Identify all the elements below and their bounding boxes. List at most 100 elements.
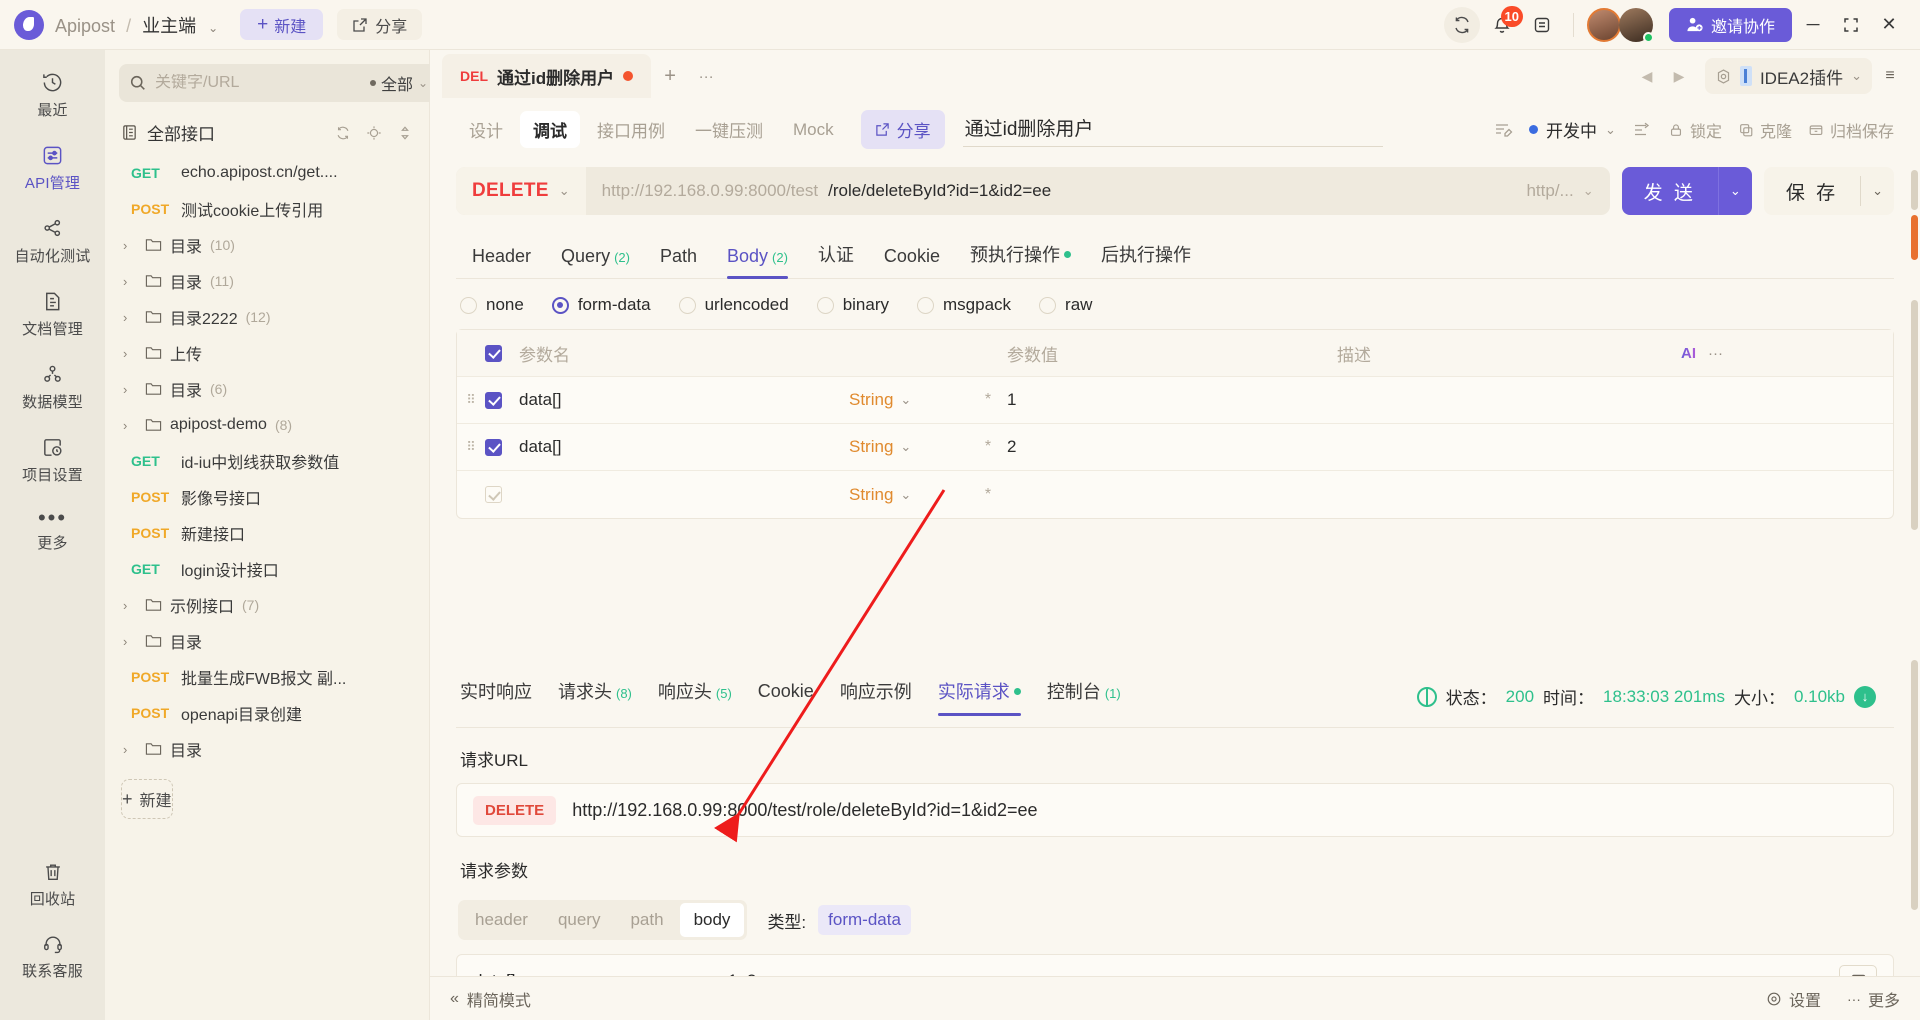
row-checkbox[interactable]	[485, 438, 519, 456]
chevron-right-icon[interactable]: ›	[123, 742, 137, 757]
list-item[interactable]: POST 新建接口	[105, 515, 429, 551]
list-item[interactable]: › 目录 (11)	[105, 263, 429, 299]
list-item[interactable]: › 目录	[105, 731, 429, 767]
send-button[interactable]: 发 送 ⌄	[1621, 167, 1752, 215]
avatar[interactable]	[1586, 7, 1621, 42]
flow-icon[interactable]	[1632, 120, 1652, 140]
chevron-right-icon[interactable]: ›	[123, 274, 137, 289]
tree-new-button[interactable]: + 新建	[121, 779, 173, 819]
panel-scrollbar[interactable]	[1911, 300, 1918, 530]
minimize-icon[interactable]: ─	[1796, 8, 1830, 42]
list-item[interactable]: GET login设计接口	[105, 551, 429, 587]
select-all-checkbox[interactable]	[485, 344, 519, 362]
filter-all-chip[interactable]: 全部 ⌄	[370, 71, 428, 95]
scrollbar-thumb[interactable]	[1911, 300, 1918, 530]
response-tab-cookie[interactable]: Cookie	[758, 681, 814, 713]
download-icon[interactable]: ↓	[1854, 685, 1876, 708]
chevron-right-icon[interactable]: ›	[123, 382, 137, 397]
list-item[interactable]: › apipost-demo (8)	[105, 407, 429, 443]
tab-more-button[interactable]: ···	[689, 59, 723, 93]
sidebar-item-recent[interactable]: 最近	[0, 62, 105, 127]
scrollbar-thumb[interactable]	[1911, 170, 1918, 210]
locate-icon[interactable]	[366, 125, 382, 141]
list-item[interactable]: › 上传	[105, 335, 429, 371]
method-selector[interactable]: DELETE ⌄	[456, 167, 586, 215]
param-type-selector[interactable]: String ⌄	[849, 390, 969, 410]
sidebar-item-project-settings[interactable]: 项目设置	[0, 427, 105, 492]
ai-button[interactable]: AI	[1681, 345, 1696, 362]
sync-icon[interactable]	[1443, 6, 1480, 43]
body-type-form-data[interactable]: form-data	[551, 295, 651, 315]
tab-stress-test[interactable]: 一键压测	[682, 111, 776, 148]
drag-handle[interactable]: ⠿	[457, 439, 485, 455]
save-button[interactable]: 保 存 ⌄	[1763, 167, 1894, 215]
tab-prev-icon[interactable]: ◀	[1633, 62, 1661, 90]
status-badge[interactable]: 开发中 ⌄	[1529, 117, 1616, 142]
environment-selector[interactable]: IDEA2插件 ⌄	[1704, 58, 1872, 94]
url-path-value[interactable]: /role/deleteById?id=1&id2=ee	[818, 181, 1051, 201]
response-scrollbar[interactable]	[1911, 660, 1918, 910]
response-tab-console[interactable]: 控制台 (1)	[1047, 678, 1121, 715]
list-item[interactable]: POST openapi目录创建	[105, 695, 429, 731]
list-item[interactable]: POST 影像号接口	[105, 479, 429, 515]
chevron-down-icon[interactable]: ⌄	[208, 21, 218, 35]
chevron-down-icon[interactable]: ⌄	[1719, 183, 1752, 199]
chevron-right-icon[interactable]: ›	[123, 238, 137, 253]
response-tab-realtime[interactable]: 实时响应	[460, 678, 532, 715]
list-item[interactable]: › 目录 (10)	[105, 227, 429, 263]
body-type-none[interactable]: none	[460, 295, 524, 315]
param-name[interactable]: data[]	[519, 390, 849, 410]
response-tab-examples[interactable]: 响应示例	[840, 678, 912, 715]
new-button[interactable]: + 新建	[240, 9, 324, 40]
maximize-icon[interactable]	[1834, 8, 1868, 42]
lock-button[interactable]: 锁定	[1668, 118, 1722, 142]
sidebar-item-api-management[interactable]: API管理	[0, 135, 105, 200]
sidebar-item-contact-support[interactable]: 联系客服	[0, 924, 105, 988]
tab-interface-cases[interactable]: 接口用例	[584, 111, 678, 148]
clone-button[interactable]: 克隆	[1738, 118, 1792, 142]
list-item[interactable]: › 示例接口 (7)	[105, 587, 429, 623]
chevron-right-icon[interactable]: ›	[123, 418, 137, 433]
request-tab-header[interactable]: Header	[472, 246, 531, 278]
share-api-button[interactable]: 分享	[860, 110, 945, 149]
project-name[interactable]: 业主端	[142, 16, 196, 36]
scrollbar-thumb[interactable]	[1911, 660, 1918, 910]
chevron-down-icon[interactable]: ⌄	[1861, 183, 1894, 199]
archive-save-button[interactable]: 归档保存	[1808, 118, 1894, 142]
request-tab-cookie[interactable]: Cookie	[884, 246, 940, 278]
refresh-icon[interactable]	[335, 125, 351, 141]
request-tab-body[interactable]: Body (2)	[727, 246, 788, 279]
response-tab-response-headers[interactable]: 响应头 (5)	[658, 678, 732, 715]
main-scrollbar[interactable]	[1911, 170, 1918, 260]
segment-path[interactable]: path	[616, 903, 677, 937]
list-item[interactable]: POST 批量生成FWB报文 副...	[105, 659, 429, 695]
list-item[interactable]: GET id-iu中划线获取参数值	[105, 443, 429, 479]
param-required[interactable]: *	[969, 486, 1007, 504]
segment-header[interactable]: header	[461, 903, 542, 937]
list-item[interactable]: › 目录	[105, 623, 429, 659]
new-tab-button[interactable]: +	[653, 59, 687, 93]
tab-design[interactable]: 设计	[456, 111, 516, 148]
api-title-input[interactable]	[962, 112, 1383, 147]
edit-lines-icon[interactable]	[1493, 120, 1513, 140]
close-icon[interactable]: ✕	[1872, 8, 1906, 42]
row-checkbox[interactable]	[485, 486, 519, 503]
request-tab-post-script[interactable]: 后执行操作	[1101, 241, 1191, 278]
document-tab[interactable]: DEL 通过id删除用户	[442, 54, 652, 98]
chevron-right-icon[interactable]: ›	[123, 634, 137, 649]
table-row[interactable]: ⠿ data[] String ⌄ * 1	[457, 377, 1893, 424]
share-top-button[interactable]: 分享	[337, 9, 423, 40]
simple-mode-button[interactable]: « 精简模式	[450, 987, 531, 1011]
hamburger-icon[interactable]: ≡	[1876, 62, 1904, 90]
param-value[interactable]: 1	[1007, 390, 1893, 410]
param-required[interactable]: *	[969, 438, 1007, 456]
notifications-button[interactable]: 10	[1484, 5, 1523, 43]
sidebar-item-automation-test[interactable]: 自动化测试	[0, 208, 105, 273]
body-type-msgpack[interactable]: msgpack	[917, 295, 1011, 315]
table-row[interactable]: String ⌄ *	[457, 471, 1893, 518]
request-tab-path[interactable]: Path	[660, 246, 697, 278]
tab-debug[interactable]: 调试	[520, 111, 580, 148]
param-name[interactable]: data[]	[519, 437, 849, 457]
param-type-selector[interactable]: String ⌄	[849, 437, 969, 457]
sidebar-item-recycle-bin[interactable]: 回收站	[0, 852, 105, 916]
